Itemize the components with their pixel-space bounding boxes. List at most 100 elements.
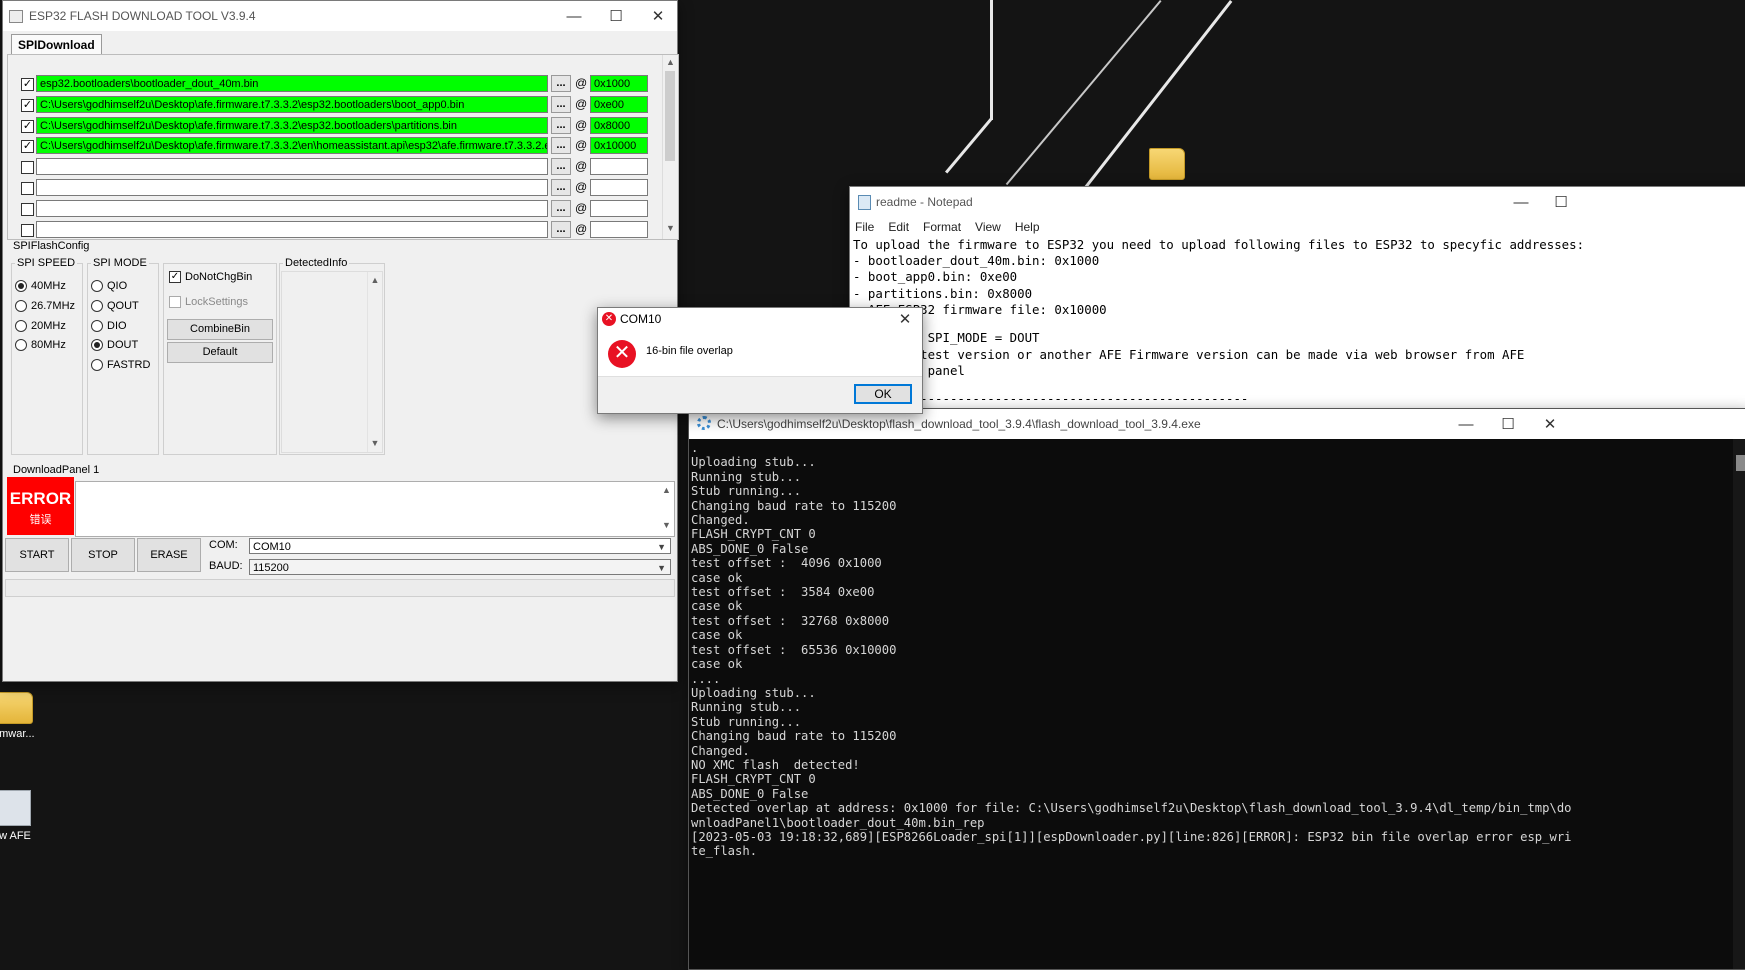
spi-mode-radio[interactable]: QIO (91, 280, 127, 292)
file-checkbox[interactable] (21, 182, 34, 195)
spi-mode-radio[interactable]: FASTRD (91, 359, 150, 372)
desktop-folder-icon[interactable] (1132, 148, 1202, 184)
scrollbar-thumb[interactable] (1736, 455, 1745, 471)
scroll-up-icon[interactable]: ▲ (659, 485, 674, 495)
at-label: @ (575, 117, 588, 132)
scroll-up-icon[interactable]: ▲ (663, 57, 678, 67)
baud-label: BAUD: (209, 560, 243, 572)
browse-button[interactable]: ... (551, 179, 571, 196)
close-button[interactable]: ✕ (1529, 409, 1571, 439)
spi-speed-label: SPI SPEED (15, 257, 78, 269)
combine-bin-button[interactable]: CombineBin (167, 319, 273, 340)
com-select[interactable]: COM10 ▼ (249, 538, 671, 554)
file-path-input[interactable]: C:\Users\godhimself2u\Desktop\afe.firmwa… (36, 137, 548, 155)
address-input[interactable] (590, 158, 648, 176)
minimize-button[interactable]: — (1445, 409, 1487, 439)
file-checkbox[interactable] (21, 161, 34, 175)
file-list-panel: ▲ ▼ ✓ esp32.bootloaders\bootloader_dout_4… (7, 54, 679, 240)
start-button[interactable]: START (5, 538, 69, 572)
do-not-chg-bin-checkbox[interactable]: ✓ DoNotChgBin (169, 271, 252, 283)
browse-button[interactable]: ... (551, 75, 571, 92)
lock-settings-checkbox[interactable]: LockSettings (169, 296, 248, 308)
browse-button[interactable]: ... (551, 220, 571, 238)
console-line: Running stub... (691, 700, 802, 715)
menu-item-edit[interactable]: Edit (888, 220, 909, 234)
radio-icon (15, 319, 27, 332)
file-path-input[interactable] (36, 220, 548, 238)
minimize-button[interactable]: — (1500, 187, 1542, 217)
spi-speed-radio[interactable]: 20MHz (15, 319, 66, 332)
scroll-up-icon[interactable]: ▲ (368, 275, 382, 285)
scroll-down-icon[interactable]: ▼ (663, 223, 678, 233)
console-line: Running stub... (691, 469, 802, 484)
scroll-down-icon[interactable]: ▼ (368, 438, 382, 448)
notepad-text-area[interactable]: To upload the firmware to ESP32 you need… (850, 237, 1745, 408)
menu-item-file[interactable]: File (855, 220, 874, 234)
radio-icon (91, 280, 103, 292)
spi-mode-radio[interactable]: QOUT (91, 299, 139, 312)
file-path-input[interactable] (36, 179, 548, 196)
menu-item-view[interactable]: View (975, 220, 1001, 234)
file-path-input[interactable]: C:\Users\godhimself2u\Desktop\afe.firmwa… (36, 95, 548, 113)
file-list-scrollbar[interactable]: ▲ ▼ (662, 55, 678, 239)
address-input[interactable]: 0x1000 (590, 75, 648, 92)
detected-info-scrollbar[interactable]: ▲ ▼ (367, 272, 382, 452)
browse-button[interactable]: ... (551, 199, 571, 217)
spi-speed-radio[interactable]: 80MHz (15, 339, 66, 352)
notepad-window: readme - Notepad — ☐ File Edit Format View H… (849, 186, 1745, 411)
browse-button[interactable]: ... (551, 158, 571, 176)
console-line: NO XMC flash detected! (691, 757, 860, 772)
address-input[interactable]: 0xe00 (590, 95, 648, 113)
desktop-folder-firmware[interactable]: rmwar... (0, 692, 50, 740)
file-path-input[interactable]: C:\Users\godhimself2u\Desktop\afe.firmwa… (36, 116, 548, 134)
file-checkbox[interactable]: ✓ (21, 78, 34, 91)
spi-speed-radio[interactable]: 40MHz (15, 280, 66, 292)
file-checkbox[interactable] (21, 223, 34, 237)
file-checkbox[interactable] (21, 202, 34, 216)
address-input[interactable]: 0x10000 (590, 137, 648, 155)
notepad-line: To upload the firmware to ESP32 you need… (853, 237, 1585, 252)
file-path-input[interactable] (36, 199, 548, 217)
at-label: @ (575, 76, 588, 90)
file-checkbox[interactable]: ✓ (21, 98, 34, 112)
erase-button[interactable]: ERASE (137, 538, 201, 572)
maximize-button[interactable]: ☐ (1487, 409, 1529, 439)
file-path-input[interactable] (36, 158, 548, 176)
scroll-down-icon[interactable]: ▼ (659, 520, 674, 530)
baud-select[interactable]: 115200 ▼ (249, 559, 671, 575)
browse-button[interactable]: ... (551, 137, 571, 155)
scrollbar-thumb[interactable] (665, 71, 675, 161)
notepad-line: e latest version or another AFE Firmware… (853, 346, 1525, 362)
menu-item-help[interactable]: Help (1015, 220, 1040, 234)
ok-button[interactable]: OK (854, 384, 912, 404)
spi-mode-radio[interactable]: DOUT (91, 339, 138, 352)
download-log-textarea[interactable]: ▲ ▼ (75, 481, 675, 537)
menu-item-format[interactable]: Format (923, 220, 961, 234)
close-button[interactable]: ✕ (888, 308, 922, 330)
browse-button[interactable]: ... (551, 95, 571, 113)
console-line: Changing baud rate to 115200 (691, 729, 897, 744)
address-input[interactable] (590, 179, 648, 196)
window-title: readme - Notepad (876, 195, 973, 209)
console-line: Stub running... (691, 714, 802, 729)
stop-button[interactable]: STOP (71, 538, 135, 572)
maximize-button[interactable]: ☐ (1540, 187, 1582, 217)
file-checkbox[interactable]: ✓ (21, 140, 34, 154)
detected-info-textarea[interactable]: ▲ ▼ (281, 271, 383, 453)
browse-button[interactable]: ... (551, 116, 571, 134)
console-scrollbar[interactable] (1733, 439, 1745, 969)
desktop-shortcut-afe[interactable]: w AFE (0, 790, 50, 842)
address-input[interactable] (590, 199, 648, 217)
address-input[interactable]: 0x8000 (590, 116, 648, 134)
maximize-button[interactable]: ☐ (595, 1, 637, 31)
file-checkbox[interactable]: ✓ (21, 119, 34, 133)
default-button[interactable]: Default (167, 342, 273, 363)
file-path-input[interactable]: esp32.bootloaders\bootloader_dout_40m.bi… (36, 75, 548, 92)
address-input[interactable] (590, 220, 648, 238)
tab-spidownload[interactable]: SPIDownload (11, 34, 102, 56)
minimize-button[interactable]: — (553, 1, 595, 31)
console-line: case ok (691, 628, 743, 643)
spi-speed-radio[interactable]: 26.7MHz (15, 299, 75, 312)
close-button[interactable]: ✕ (637, 1, 679, 31)
spi-mode-radio[interactable]: DIO (91, 319, 127, 332)
